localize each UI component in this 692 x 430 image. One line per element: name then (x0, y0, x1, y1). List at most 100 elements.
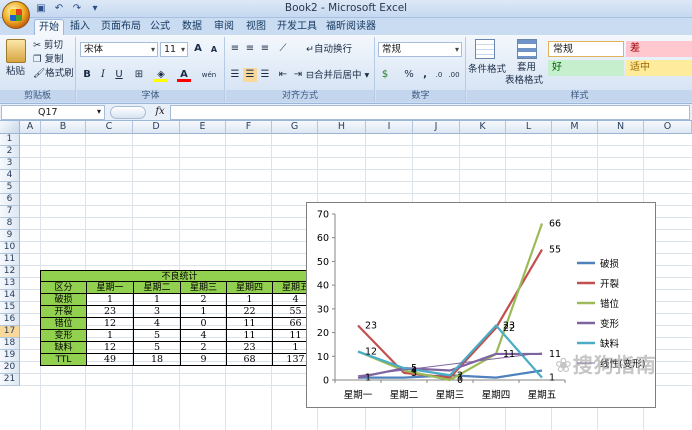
row-header[interactable]: 4 (0, 170, 20, 182)
office-button[interactable] (2, 1, 30, 29)
table-row-label[interactable]: 破损 (40, 294, 87, 306)
tab-foxit-reader[interactable]: 福昕阅读器 (322, 19, 380, 35)
column-header[interactable]: H (318, 121, 366, 134)
table-cell[interactable]: 18 (134, 354, 181, 366)
bold-button[interactable]: B (80, 68, 94, 82)
table-cell[interactable]: 23 (87, 306, 134, 318)
table-row-label[interactable]: 变形 (40, 330, 87, 342)
tab-formulas[interactable]: 公式 (146, 19, 174, 35)
increase-decimal-button[interactable]: .0 (432, 68, 446, 82)
tab-data[interactable]: 数据 (178, 19, 206, 35)
column-header[interactable]: K (460, 121, 506, 134)
increase-indent-icon[interactable]: ⇥ (291, 68, 305, 82)
column-header[interactable]: I (366, 121, 413, 134)
row-header[interactable]: 13 (0, 278, 20, 290)
comma-button[interactable]: , (418, 68, 432, 82)
orientation-icon[interactable]: ⟋ (276, 42, 290, 56)
table-cell[interactable]: 5 (134, 330, 181, 342)
table-header-cell[interactable]: 星期四 (227, 282, 273, 294)
tab-page-layout[interactable]: 页面布局 (97, 19, 145, 35)
column-header[interactable]: M (552, 121, 598, 134)
style-good[interactable]: 好 (548, 60, 624, 76)
select-all-button[interactable] (0, 121, 20, 134)
table-cell[interactable]: 1 (134, 294, 181, 306)
align-center-icon[interactable]: ☰ (243, 68, 257, 82)
row-header[interactable]: 15 (0, 302, 20, 314)
decrease-indent-icon[interactable]: ⇤ (276, 68, 290, 82)
wrap-text-button[interactable]: ↵自动换行 (306, 43, 352, 56)
borders-icon[interactable]: ⊞ (132, 68, 146, 82)
row-header[interactable]: 18 (0, 338, 20, 350)
underline-button[interactable]: U (112, 68, 126, 82)
row-header[interactable]: 20 (0, 362, 20, 374)
table-header-cell[interactable]: 星期二 (134, 282, 181, 294)
table-cell[interactable]: 1 (87, 294, 134, 306)
row-header[interactable]: 5 (0, 182, 20, 194)
row-header[interactable]: 10 (0, 242, 20, 254)
row-header[interactable]: 6 (0, 194, 20, 206)
table-row-label[interactable]: 开裂 (40, 306, 87, 318)
paste-icon[interactable] (6, 39, 26, 63)
format-painter-button[interactable]: 🖌格式刷 (33, 67, 74, 80)
conditional-format-button[interactable]: 条件格式 (468, 63, 506, 76)
name-box-dropdown-icon[interactable]: ▾ (97, 107, 101, 116)
table-cell[interactable]: 11 (227, 330, 273, 342)
accounting-format-button[interactable]: $ (378, 68, 392, 82)
fill-color-icon[interactable]: ◈ (154, 68, 168, 82)
column-header[interactable]: C (86, 121, 133, 134)
table-cell[interactable]: 5 (134, 342, 181, 354)
table-cell[interactable]: 2 (181, 294, 227, 306)
table-header-cell[interactable]: 星期一 (87, 282, 134, 294)
column-header[interactable]: O (644, 121, 692, 134)
row-header[interactable]: 1 (0, 134, 20, 146)
formula-bar-toggle[interactable] (110, 106, 146, 119)
percent-button[interactable]: % (402, 68, 416, 82)
decrease-decimal-button[interactable]: .00 (447, 68, 461, 82)
number-format-select[interactable]: 常规 (378, 42, 462, 57)
row-header[interactable]: 19 (0, 350, 20, 362)
formula-input[interactable] (170, 105, 690, 120)
tab-view[interactable]: 视图 (242, 19, 270, 35)
table-cell[interactable]: 1 (181, 306, 227, 318)
cut-button[interactable]: ✂ 剪切 (33, 39, 63, 52)
column-header[interactable]: N (598, 121, 644, 134)
table-cell[interactable]: 49 (87, 354, 134, 366)
table-cell[interactable]: 12 (87, 342, 134, 354)
tab-review[interactable]: 审阅 (210, 19, 238, 35)
style-normal[interactable]: 常规 (548, 41, 624, 57)
tab-insert[interactable]: 插入 (66, 19, 94, 35)
paste-button[interactable]: 粘贴 (6, 65, 25, 78)
row-header[interactable]: 3 (0, 158, 20, 170)
column-header[interactable]: F (226, 121, 272, 134)
align-left-icon[interactable]: ☰ (228, 68, 242, 82)
column-header[interactable]: B (41, 121, 86, 134)
italic-button[interactable]: I (96, 68, 110, 82)
name-box[interactable]: Q17 (1, 105, 105, 120)
table-cell[interactable]: 68 (227, 354, 273, 366)
table-row-label[interactable]: TTL (40, 354, 87, 366)
table-row-label[interactable]: 错位 (40, 318, 87, 330)
table-cell[interactable]: 4 (181, 330, 227, 342)
style-bad[interactable]: 差 (626, 41, 692, 57)
row-header[interactable]: 14 (0, 290, 20, 302)
column-header[interactable]: G (272, 121, 318, 134)
table-cell[interactable]: 11 (227, 318, 273, 330)
align-middle-icon[interactable]: ≡ (243, 42, 257, 56)
format-as-table-line2[interactable]: 表格格式 (505, 74, 543, 87)
insert-function-button[interactable]: fx (150, 105, 170, 120)
grow-font-icon[interactable]: A (191, 42, 205, 56)
column-header[interactable]: A (20, 121, 41, 134)
row-header[interactable]: 17 (0, 326, 20, 338)
row-header[interactable]: 2 (0, 146, 20, 158)
table-cell[interactable]: 23 (227, 342, 273, 354)
copy-button[interactable]: ❐ 复制 (33, 53, 64, 66)
table-header-cell[interactable]: 星期三 (181, 282, 227, 294)
row-header[interactable]: 7 (0, 206, 20, 218)
merge-center-button[interactable]: ⊟合并后居中 ▾ (306, 69, 369, 82)
font-name-select[interactable]: 宋体 (80, 42, 158, 57)
column-header[interactable]: J (413, 121, 460, 134)
align-top-icon[interactable]: ≡ (228, 42, 242, 56)
tab-home[interactable]: 开始 (34, 19, 64, 35)
column-header[interactable]: E (180, 121, 226, 134)
row-header[interactable]: 8 (0, 218, 20, 230)
